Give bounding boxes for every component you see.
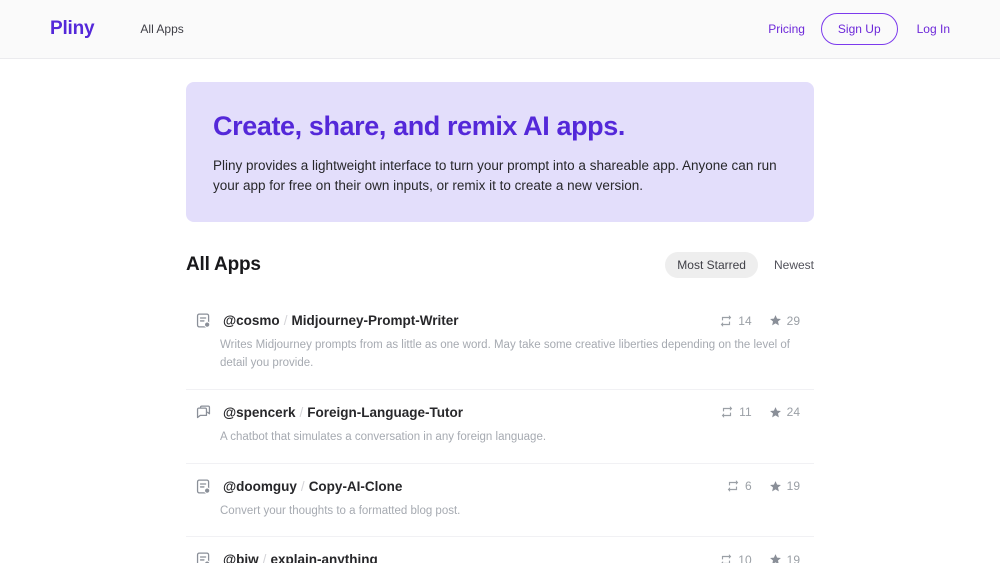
filter-most-starred[interactable]: Most Starred — [665, 252, 758, 278]
app-description: Convert your thoughts to a formatted blo… — [220, 503, 800, 521]
app-title-row: @doomguy / Copy-AI-Clone 6 19 — [186, 478, 814, 495]
app-stats: 6 19 — [726, 479, 800, 493]
remix-count: 6 — [745, 479, 752, 493]
sign-up-button[interactable]: Sign Up — [821, 13, 898, 45]
hero-banner: Create, share, and remix AI apps. Pliny … — [186, 82, 814, 222]
main-content: Create, share, and remix AI apps. Pliny … — [186, 82, 814, 563]
star-stat: 19 — [769, 479, 800, 493]
log-in-link[interactable]: Log In — [917, 22, 950, 36]
app-title-row: @spencerk / Foreign-Language-Tutor 11 24 — [186, 404, 814, 421]
star-count: 19 — [787, 479, 800, 493]
app-list-item: @doomguy / Copy-AI-Clone 6 19 Convert y — [186, 464, 814, 538]
star-count: 24 — [787, 405, 800, 419]
nav-pricing-link[interactable]: Pricing — [768, 22, 805, 36]
star-icon — [769, 314, 782, 327]
nav-all-apps-link[interactable]: All Apps — [140, 22, 183, 36]
app-name[interactable]: Midjourney-Prompt-Writer — [291, 313, 458, 328]
filter-newest[interactable]: Newest — [774, 252, 814, 278]
app-name[interactable]: Foreign-Language-Tutor — [307, 405, 463, 420]
app-separator: / — [263, 552, 267, 563]
note-add-icon — [195, 551, 212, 563]
star-icon — [769, 553, 782, 563]
star-stat: 24 — [769, 405, 800, 419]
remix-stat: 10 — [719, 553, 751, 563]
remix-icon — [719, 314, 733, 328]
app-stats: 14 29 — [719, 314, 800, 328]
app-author[interactable]: @cosmo — [223, 313, 280, 328]
star-count: 29 — [787, 314, 800, 328]
note-add-icon — [195, 478, 212, 495]
app-list-item: @spencerk / Foreign-Language-Tutor 11 24 — [186, 390, 814, 464]
hero-title: Create, share, and remix AI apps. — [213, 111, 784, 142]
app-separator: / — [284, 313, 288, 328]
app-separator: / — [299, 405, 303, 420]
remix-icon — [720, 405, 734, 419]
apps-section-header: All Apps Most Starred Newest — [186, 252, 814, 278]
star-icon — [769, 406, 782, 419]
app-stats: 10 19 — [719, 553, 800, 563]
app-description: A chatbot that simulates a conversation … — [220, 429, 800, 447]
remix-count: 11 — [739, 405, 751, 419]
app-name[interactable]: Copy-AI-Clone — [309, 479, 403, 494]
remix-count: 14 — [738, 314, 751, 328]
chat-icon — [195, 404, 212, 421]
app-author[interactable]: @spencerk — [223, 405, 295, 420]
star-stat: 19 — [769, 553, 800, 563]
app-list-item: @biw / explain-anything 10 19 — [186, 537, 814, 563]
star-count: 19 — [787, 553, 800, 563]
app-list-item: @cosmo / Midjourney-Prompt-Writer 14 29 — [186, 298, 814, 390]
app-stats: 11 24 — [720, 405, 800, 419]
hero-description: Pliny provides a lightweight interface t… — [213, 156, 784, 195]
app-name[interactable]: explain-anything — [270, 552, 377, 563]
app-author[interactable]: @doomguy — [223, 479, 297, 494]
brand-logo[interactable]: Pliny — [50, 18, 94, 40]
note-add-icon — [195, 312, 212, 329]
remix-stat: 11 — [720, 405, 751, 419]
star-icon — [769, 480, 782, 493]
app-author[interactable]: @biw — [223, 552, 259, 563]
remix-icon — [726, 479, 740, 493]
remix-stat: 6 — [726, 479, 752, 493]
star-stat: 29 — [769, 314, 800, 328]
app-separator: / — [301, 479, 305, 494]
remix-icon — [719, 553, 733, 563]
top-navigation: Pliny All Apps Pricing Sign Up Log In — [0, 0, 1000, 59]
sort-filters: Most Starred Newest — [665, 252, 814, 278]
app-title-row: @cosmo / Midjourney-Prompt-Writer 14 29 — [186, 312, 814, 329]
app-description: Writes Midjourney prompts from as little… — [220, 337, 800, 373]
remix-stat: 14 — [719, 314, 751, 328]
remix-count: 10 — [738, 553, 751, 563]
apps-heading: All Apps — [186, 254, 261, 276]
nav-right: Pricing Sign Up Log In — [768, 13, 950, 45]
app-title-row: @biw / explain-anything 10 19 — [186, 551, 814, 563]
app-list: @cosmo / Midjourney-Prompt-Writer 14 29 — [186, 298, 814, 563]
